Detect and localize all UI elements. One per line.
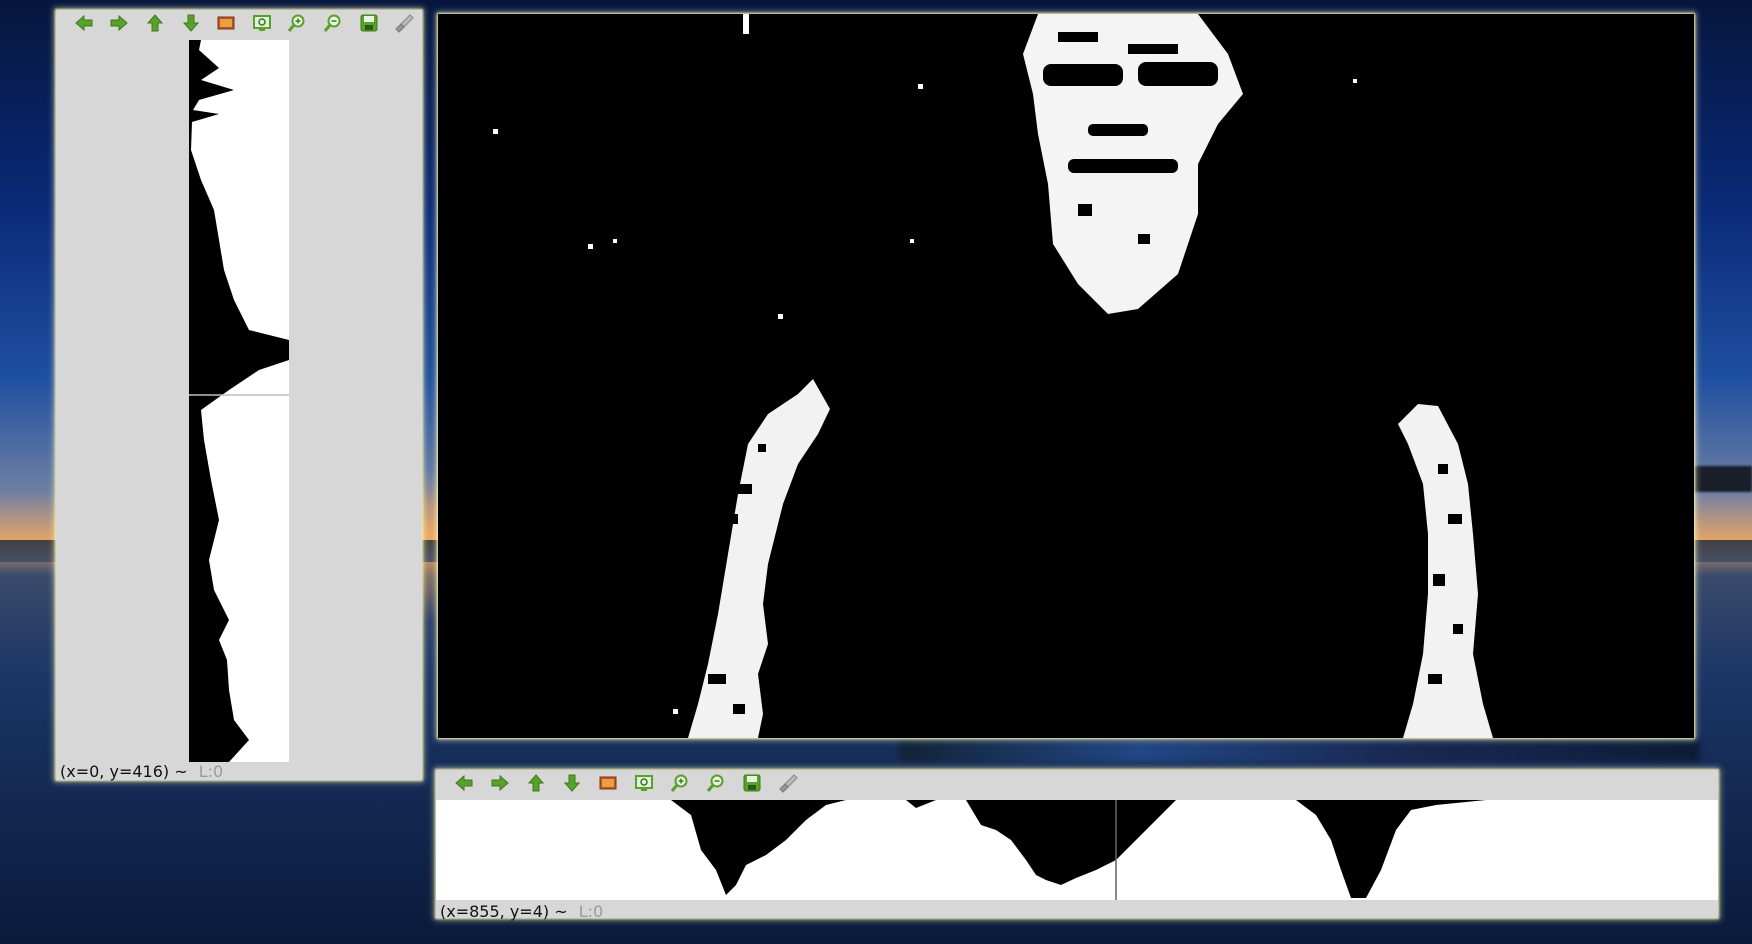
back-arrow-button[interactable] [66, 10, 102, 40]
horizontal-projection-window[interactable]: (x=855, y=4) ~ L:0 [436, 770, 1718, 921]
binary-image-window[interactable] [438, 14, 1694, 738]
zoom-out-icon [705, 772, 727, 798]
horizontal-projection-plot[interactable] [436, 800, 1718, 900]
status-bar: (x=0, y=416) ~ L:0 [60, 762, 223, 781]
zoom-in-button[interactable] [280, 10, 316, 40]
back-arrow-icon [453, 772, 475, 798]
forward-arrow-icon [108, 12, 130, 38]
toolbar [436, 770, 1718, 800]
zoom-fit-icon [633, 772, 655, 798]
status-coords: (x=855, y=4) ~ [440, 902, 568, 921]
zoom-out-button[interactable] [698, 770, 734, 800]
up-arrow-button[interactable] [137, 10, 173, 40]
vertical-projection-window[interactable]: (x=0, y=416) ~ L:0 [56, 10, 422, 781]
save-button[interactable] [351, 10, 387, 40]
background-blurred-bar [900, 740, 1700, 762]
toolbar [56, 10, 422, 40]
image-button[interactable] [208, 10, 244, 40]
down-arrow-button[interactable] [173, 10, 209, 40]
horizontal-projection-graph [436, 800, 1718, 900]
forward-arrow-button[interactable] [102, 10, 138, 40]
projection-fill [436, 800, 1718, 900]
zoom-out-icon [322, 12, 344, 38]
brush-icon [777, 772, 799, 798]
save-icon [358, 12, 380, 38]
brush-button[interactable] [386, 10, 422, 40]
save-button[interactable] [734, 770, 770, 800]
image-button[interactable] [590, 770, 626, 800]
down-arrow-icon [180, 12, 202, 38]
zoom-fit-icon [251, 12, 273, 38]
projection-fill [191, 40, 289, 762]
zoom-in-icon [286, 12, 308, 38]
status-coords: (x=0, y=416) ~ [60, 762, 188, 781]
back-arrow-button[interactable] [446, 770, 482, 800]
zoom-out-button[interactable] [315, 10, 351, 40]
save-icon [741, 772, 763, 798]
vertical-projection-graph [189, 40, 289, 762]
status-bar: (x=855, y=4) ~ L:0 [440, 902, 603, 921]
binary-image-canvas [438, 14, 1694, 738]
vertical-projection-plot[interactable] [189, 40, 289, 762]
status-value: L:0 [578, 902, 604, 921]
zoom-fit-button[interactable] [244, 10, 280, 40]
zoom-in-icon [669, 772, 691, 798]
up-arrow-icon [525, 772, 547, 798]
back-arrow-icon [73, 12, 95, 38]
forward-arrow-button[interactable] [482, 770, 518, 800]
brush-icon [393, 12, 415, 38]
image-icon [597, 772, 619, 798]
status-value: L:0 [198, 762, 224, 781]
forward-arrow-icon [489, 772, 511, 798]
image-icon [215, 12, 237, 38]
brush-button[interactable] [770, 770, 806, 800]
up-arrow-button[interactable] [518, 770, 554, 800]
zoom-fit-button[interactable] [626, 770, 662, 800]
zoom-in-button[interactable] [662, 770, 698, 800]
down-arrow-icon [561, 772, 583, 798]
up-arrow-icon [144, 12, 166, 38]
down-arrow-button[interactable] [554, 770, 590, 800]
